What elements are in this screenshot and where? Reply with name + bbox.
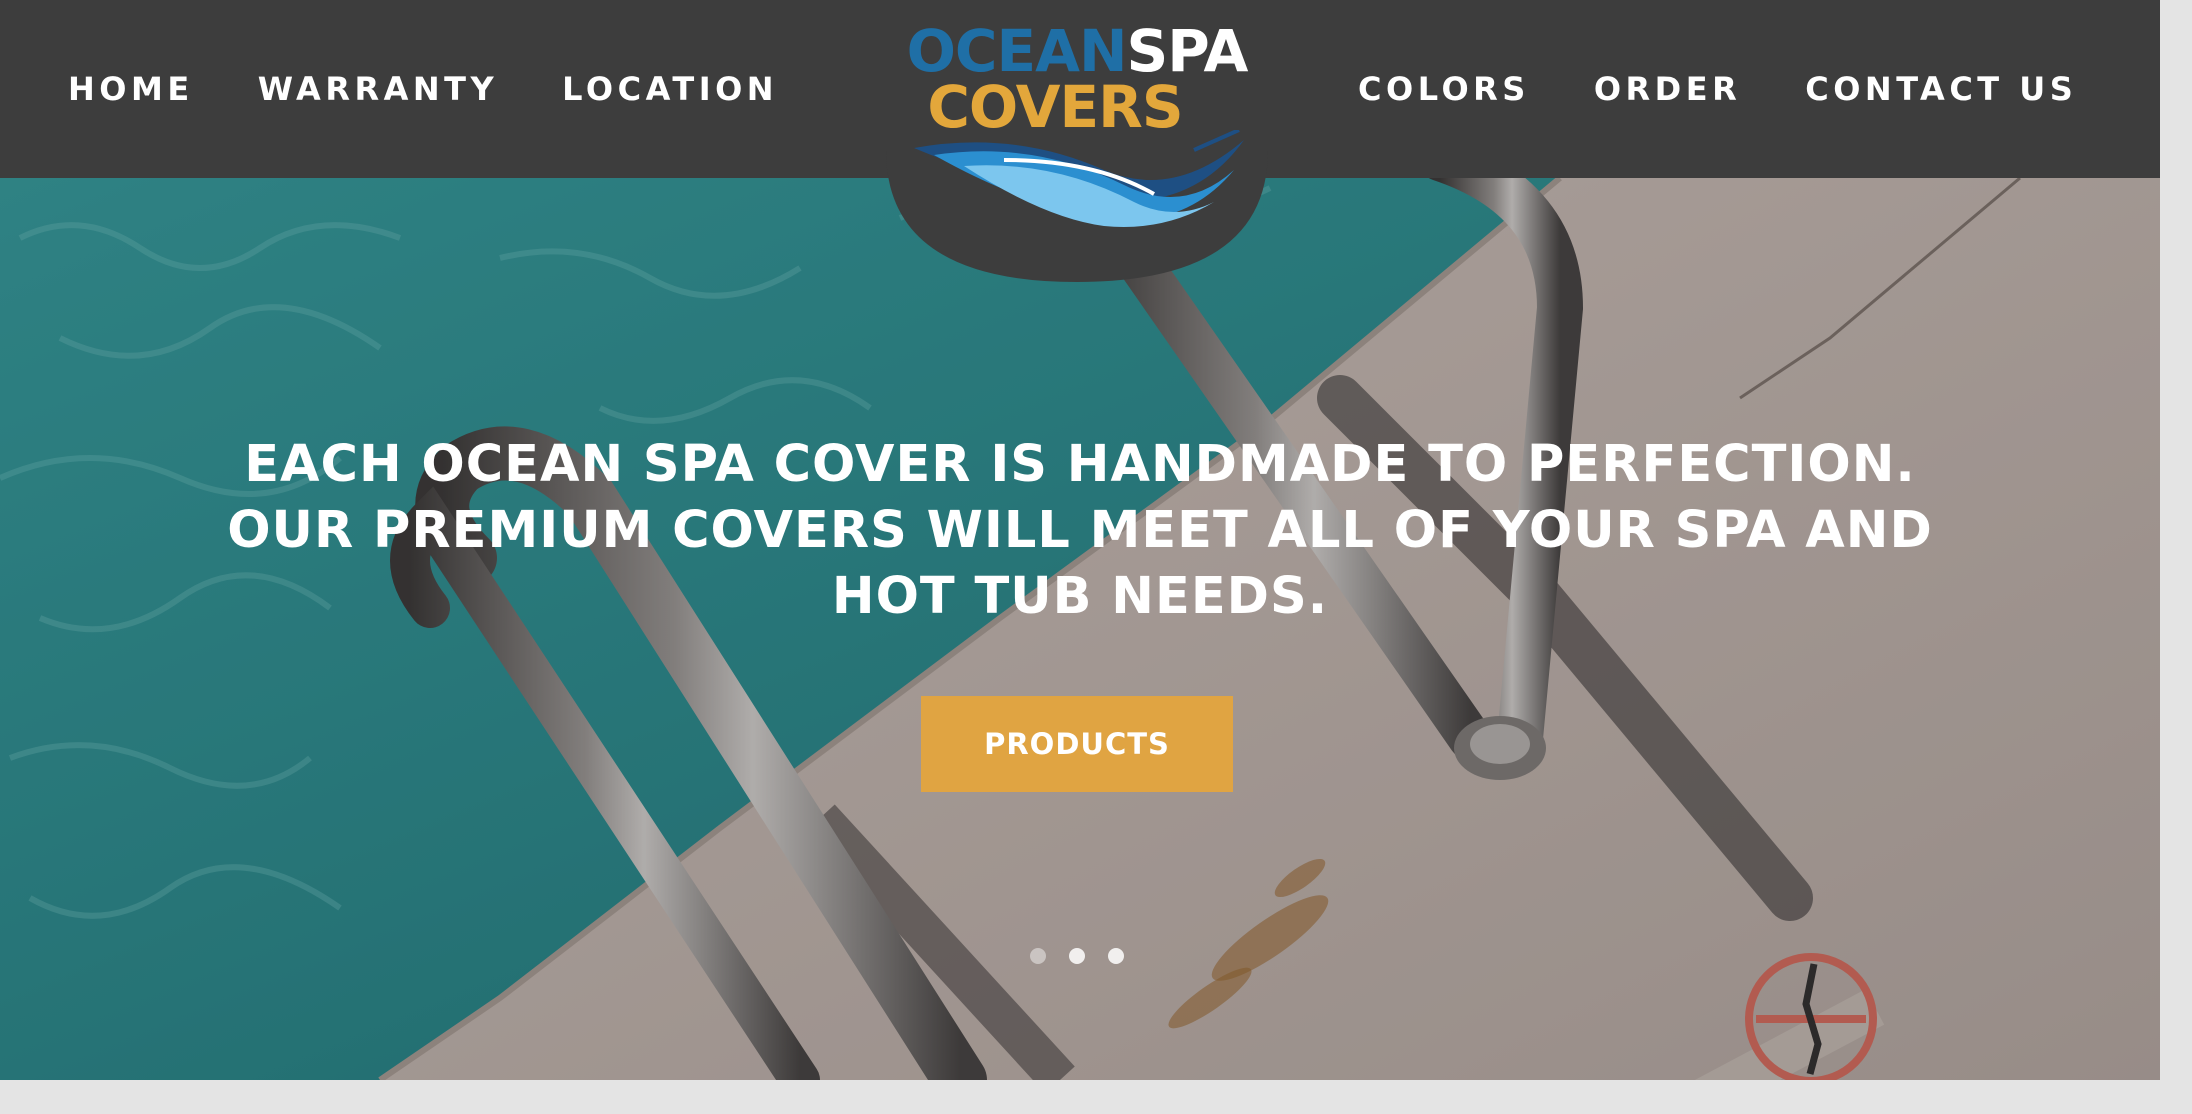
primary-nav-left: HOME WARRANTY LOCATION	[68, 0, 778, 178]
ocean-spa-covers-logo[interactable]: OCEANSPA COVERS	[886, 0, 1268, 282]
nav-location-link[interactable]: LOCATION	[562, 70, 778, 108]
nav-colors-link[interactable]: COLORS	[1358, 70, 1530, 108]
slider-pagination	[1030, 948, 1147, 964]
primary-nav-right: COLORS ORDER CONTACT US	[1358, 0, 2077, 178]
slide-dot-1[interactable]	[1030, 948, 1046, 964]
logo-wordmark-top: OCEANSPA	[886, 22, 1268, 80]
no-diving-icon	[1745, 953, 1877, 1080]
slide-dot-3[interactable]	[1108, 948, 1124, 964]
logo-wordmark-bottom: COVERS	[864, 78, 1246, 136]
nav-warranty-link[interactable]: WARRANTY	[258, 70, 498, 108]
logo-wave-icon	[914, 130, 1244, 227]
nav-contact-us-link[interactable]: CONTACT US	[1805, 70, 2077, 108]
hero-headline: EACH OCEAN SPA COVER IS HANDMADE TO PERF…	[227, 435, 1933, 626]
slide-dot-2[interactable]	[1069, 948, 1085, 964]
page: HOME WARRANTY LOCATION COLORS ORDER CONT…	[0, 0, 2160, 1080]
products-button[interactable]: PRODUCTS	[921, 696, 1233, 792]
nav-home-link[interactable]: HOME	[68, 70, 194, 108]
nav-order-link[interactable]: ORDER	[1594, 70, 1741, 108]
